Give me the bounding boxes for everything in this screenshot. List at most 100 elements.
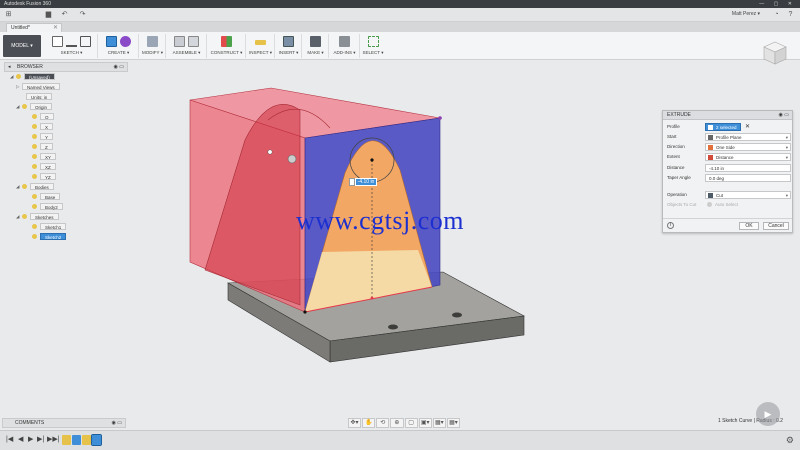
tree-item-body-base[interactable]: Base bbox=[32, 192, 61, 201]
inspect-menu[interactable]: INSPECT ▾ bbox=[247, 50, 274, 56]
tree-item-xy-plane[interactable]: XY bbox=[32, 152, 57, 161]
pan-icon[interactable]: ✋ bbox=[362, 418, 376, 428]
save-icon[interactable]: ▆ bbox=[44, 11, 53, 19]
grid-settings-icon[interactable]: ▦▾ bbox=[432, 418, 446, 428]
gizmo-icon[interactable] bbox=[287, 154, 297, 164]
timeline-sketch-feature[interactable] bbox=[82, 435, 91, 445]
grid-icon[interactable]: ⊞ bbox=[4, 11, 13, 19]
info-icon[interactable]: i bbox=[667, 222, 674, 229]
sketch-point[interactable] bbox=[370, 158, 374, 162]
direction-dropdown[interactable]: One Side ▾ bbox=[705, 143, 791, 151]
sketch-point[interactable] bbox=[370, 296, 374, 300]
tree-item-origin-point[interactable]: O bbox=[32, 112, 54, 121]
tree-item-named-views[interactable]: ▷ Named Views bbox=[16, 82, 60, 91]
tree-item-body2[interactable]: Body2 bbox=[32, 202, 63, 211]
tree-item-yz-plane[interactable]: YZ bbox=[32, 172, 56, 181]
visibility-bulb-icon[interactable] bbox=[22, 104, 27, 110]
tree-item-bodies[interactable]: ◢ Bodies bbox=[16, 182, 54, 191]
visibility-bulb-icon[interactable] bbox=[32, 144, 37, 150]
collapse-icon[interactable]: ◂ bbox=[8, 63, 11, 71]
insert-group[interactable]: INSERT ▾ bbox=[276, 34, 302, 58]
extrude-dialog-header[interactable]: EXTRUDE ◉ ▭ bbox=[663, 111, 792, 120]
revolve-icon[interactable] bbox=[120, 36, 131, 47]
inspect-group[interactable]: INSPECT ▾ bbox=[247, 34, 275, 58]
sketch-point[interactable] bbox=[438, 116, 442, 120]
cancel-button[interactable]: Cancel bbox=[763, 222, 789, 230]
distance-dimension-input[interactable]: -4.10 in bbox=[355, 178, 377, 186]
browser-controls[interactable]: ◉ ▭ bbox=[114, 63, 124, 71]
ok-button[interactable]: OK bbox=[739, 222, 759, 230]
visibility-bulb-icon[interactable] bbox=[32, 114, 37, 120]
taper-angle-field[interactable]: 0.0 deg bbox=[705, 174, 791, 182]
visibility-bulb-icon[interactable] bbox=[32, 204, 37, 210]
go-to-end-icon[interactable]: ▶▶| bbox=[47, 436, 60, 444]
select-menu[interactable]: SELECT ▾ bbox=[361, 50, 385, 56]
tab-close-icon[interactable]: ✕ bbox=[53, 24, 58, 32]
extent-dropdown[interactable]: Distance ▾ bbox=[705, 153, 791, 161]
dialog-controls[interactable]: ◉ ▭ bbox=[779, 111, 789, 120]
step-forward-icon[interactable]: ▶| bbox=[37, 436, 44, 444]
visibility-bulb-icon[interactable] bbox=[32, 174, 37, 180]
clear-selection-icon[interactable]: ✕ bbox=[745, 123, 750, 131]
sketch-group[interactable]: SKETCH ▾ bbox=[46, 34, 98, 58]
fit-icon[interactable]: ▢ bbox=[404, 418, 418, 428]
operation-dropdown[interactable]: Cut ▾ bbox=[705, 191, 791, 199]
gear-icon[interactable]: ⚙ bbox=[786, 435, 794, 446]
base-hole[interactable] bbox=[452, 312, 462, 318]
redo-icon[interactable]: ↷ bbox=[78, 11, 87, 19]
assemble-group[interactable]: ASSEMBLE ▾ bbox=[167, 34, 207, 58]
make-menu[interactable]: MAKE ▾ bbox=[303, 50, 328, 56]
tree-item-xz-plane[interactable]: XZ bbox=[32, 162, 56, 171]
visibility-bulb-icon[interactable] bbox=[32, 224, 37, 230]
visibility-bulb-icon[interactable] bbox=[22, 214, 27, 220]
joint-icon[interactable] bbox=[188, 36, 199, 47]
look-at-icon[interactable]: ⟲ bbox=[376, 418, 390, 428]
make-group[interactable]: MAKE ▾ bbox=[303, 34, 329, 58]
construct-group[interactable]: CONSTRUCT ▾ bbox=[208, 34, 246, 58]
tree-item-root[interactable]: ◢ (Unsaved) bbox=[10, 72, 55, 81]
tree-item-y-axis[interactable]: Y bbox=[32, 132, 54, 141]
visibility-bulb-icon[interactable] bbox=[32, 164, 37, 170]
offset-plane-icon[interactable] bbox=[221, 36, 232, 47]
new-component-icon[interactable] bbox=[174, 36, 185, 47]
add-ins-group[interactable]: ADD-INS ▾ bbox=[330, 34, 360, 58]
zoom-icon[interactable]: ⊕ bbox=[390, 418, 404, 428]
tree-item-sketch1[interactable]: Sketch1 bbox=[32, 222, 67, 231]
sketch-menu[interactable]: SKETCH ▾ bbox=[46, 50, 97, 56]
job-status-icon[interactable]: ◔ bbox=[772, 11, 781, 19]
edge-point[interactable] bbox=[267, 149, 273, 155]
rectangle-icon[interactable] bbox=[80, 36, 91, 47]
play-icon[interactable]: ▶ bbox=[28, 436, 33, 444]
timeline-extrude-feature[interactable] bbox=[72, 435, 81, 445]
scripts-icon[interactable] bbox=[339, 36, 350, 47]
3d-print-icon[interactable] bbox=[310, 36, 321, 47]
visibility-bulb-icon[interactable] bbox=[22, 184, 27, 190]
modify-group[interactable]: MODIFY ▾ bbox=[140, 34, 166, 58]
orbit-icon[interactable]: ✥▾ bbox=[348, 418, 362, 428]
insert-menu[interactable]: INSERT ▾ bbox=[276, 50, 301, 56]
display-settings-icon[interactable]: ▣▾ bbox=[418, 418, 432, 428]
step-back-icon[interactable]: ◀ bbox=[18, 436, 23, 444]
visibility-bulb-icon[interactable] bbox=[32, 194, 37, 200]
window-controls[interactable]: — ▢ ✕ bbox=[759, 0, 796, 8]
measure-icon[interactable] bbox=[255, 40, 266, 45]
tree-item-z-axis[interactable]: Z bbox=[32, 142, 53, 151]
sketch-point[interactable] bbox=[303, 310, 307, 314]
tree-item-units[interactable]: Units: in bbox=[26, 92, 53, 101]
create-menu[interactable]: CREATE ▾ bbox=[99, 50, 138, 56]
comments-controls[interactable]: ◉ ▭ bbox=[112, 419, 122, 427]
help-icon[interactable]: ? bbox=[786, 11, 795, 19]
distance-field[interactable]: -4.10 in bbox=[705, 164, 791, 172]
modify-menu[interactable]: MODIFY ▾ bbox=[140, 50, 165, 56]
create-sketch-icon[interactable] bbox=[52, 36, 63, 47]
construct-menu[interactable]: CONSTRUCT ▾ bbox=[208, 50, 245, 56]
visibility-bulb-icon[interactable] bbox=[16, 74, 21, 80]
tree-item-sketch2[interactable]: Sketch2 bbox=[32, 232, 67, 241]
visibility-bulb-icon[interactable] bbox=[32, 234, 37, 240]
viewports-icon[interactable]: ▦▾ bbox=[446, 418, 460, 428]
press-pull-icon[interactable] bbox=[147, 36, 158, 47]
user-menu[interactable]: Matt Perez ▾ bbox=[732, 11, 760, 17]
visibility-bulb-icon[interactable] bbox=[32, 124, 37, 130]
tree-item-sketches[interactable]: ◢ Sketches bbox=[16, 212, 59, 221]
tab-untitled[interactable]: Untitled* ✕ bbox=[6, 23, 62, 32]
